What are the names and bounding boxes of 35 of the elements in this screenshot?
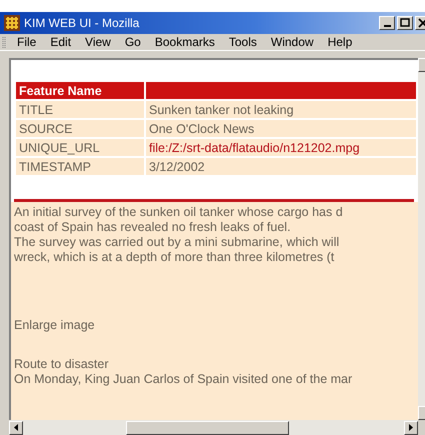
article-text: On Monday, King Juan Carlos of Spain visited one of the mar (14, 372, 354, 387)
minimize-button[interactable] (379, 16, 395, 30)
image-link[interactable]: Enlarge image (14, 318, 418, 333)
maximize-button[interactable] (397, 16, 413, 30)
menu-item[interactable]: Bookmarks (148, 35, 222, 49)
table-cell[interactable]: file:/Z:/srt-data/flataudio/n121202.mpg (146, 139, 416, 156)
article-text: wreck, which is at a depth of more than three kilometres (t (14, 250, 336, 265)
menu-item[interactable]: Go (118, 35, 148, 49)
table-cell: TIMESTAMP (16, 158, 144, 175)
table-cell: UNIQUE_URL (16, 139, 144, 156)
article-text: coast of Spain has revealed no fresh leaks of fuel. (14, 220, 292, 235)
right-arrow-icon (409, 424, 413, 431)
horizontal-scrollbar[interactable] (9, 420, 418, 435)
maximize-icon (398, 17, 412, 29)
table-cell: One O'Clock News (146, 120, 416, 137)
article-text: The survey was carried out by a mini submarine, which will (14, 235, 340, 250)
table-cell: TITLE (16, 101, 144, 118)
left-arrow-icon (14, 424, 18, 431)
vertical-scrollbar[interactable] (418, 58, 425, 420)
table-cell: SOURCE (16, 120, 144, 137)
menu-item[interactable]: Edit (43, 35, 78, 49)
table-cell: 3/12/2002 (146, 158, 416, 175)
menu-item[interactable]: Help (320, 35, 360, 49)
article-text: An initial survey of the sunken oil tanker whose cargo has d (14, 205, 344, 220)
minimize-icon (384, 24, 390, 26)
window-title: KIM WEB UI - Mozilla (24, 16, 140, 30)
menu-item[interactable]: Window (264, 35, 321, 49)
app-icon (4, 15, 20, 31)
menu-item[interactable]: File (10, 35, 44, 49)
column-header: Feature Name (16, 82, 144, 99)
table-cell: Sunken tanker not leaking (146, 101, 416, 118)
menu-item[interactable]: View (78, 35, 118, 49)
menu-item[interactable]: Tools (222, 35, 264, 49)
toolbar-grip-icon[interactable] (2, 35, 6, 49)
article-text: Route to disaster (14, 357, 110, 372)
